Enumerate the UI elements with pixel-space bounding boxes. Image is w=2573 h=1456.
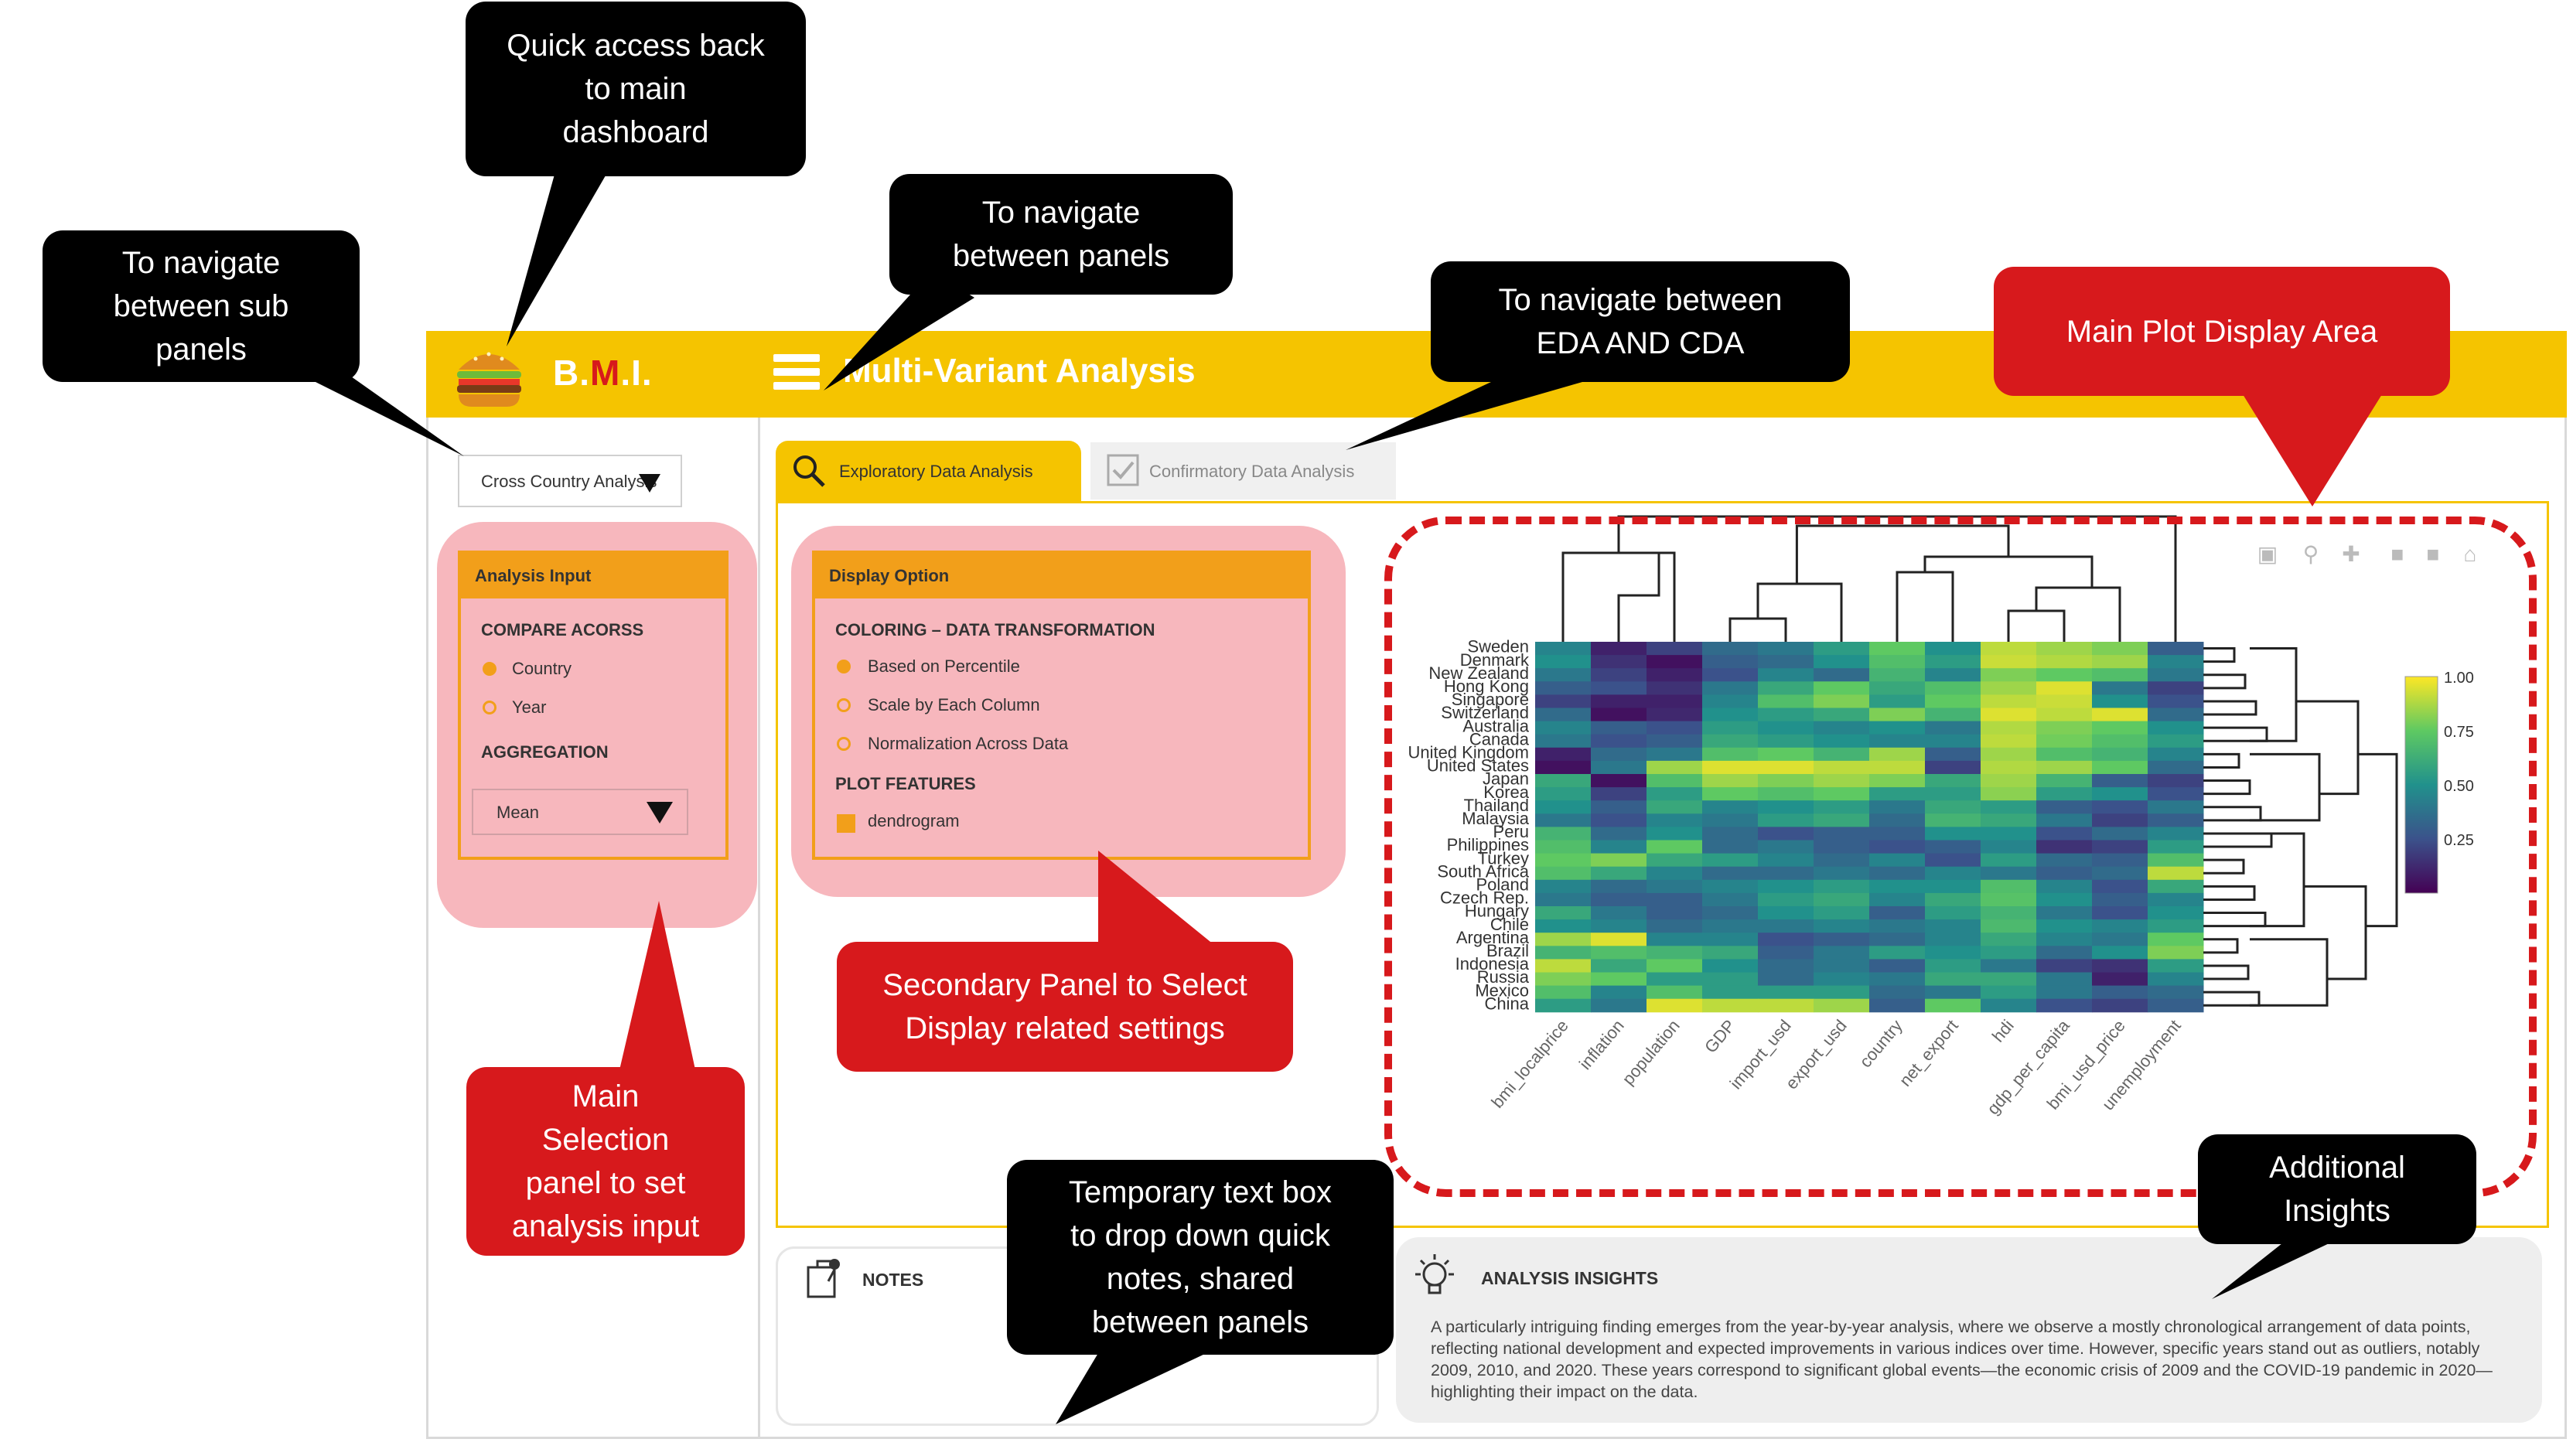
- dendrogram-checkbox-label[interactable]: dendrogram: [868, 811, 960, 831]
- coloring-transformation-label: COLORING – DATA TRANSFORMATION: [835, 620, 1155, 639]
- home-icon[interactable]: ⌂: [2457, 541, 2483, 568]
- burger-logo-icon[interactable]: [452, 340, 526, 410]
- zoom-in-box-icon[interactable]: ■: [2384, 541, 2411, 568]
- radio-based-on-percentile-label[interactable]: Based on Percentile: [868, 656, 1020, 677]
- radio-based-on-percentile[interactable]: [837, 660, 851, 673]
- zoom-icon[interactable]: ⚲: [2298, 541, 2324, 568]
- logo-m: M: [590, 353, 621, 393]
- callout-additional-insights: Additional Insights: [2198, 1134, 2476, 1244]
- display-option-title: Display Option: [815, 554, 1308, 598]
- pan-icon[interactable]: ✚: [2338, 541, 2364, 568]
- tab-eda-label: Exploratory Data Analysis: [839, 462, 1033, 481]
- dropdown-arrow-icon: [647, 802, 673, 823]
- app-logo-text[interactable]: B.M.I.: [553, 352, 653, 394]
- radio-year[interactable]: [483, 701, 497, 714]
- sidebar-divider: [758, 418, 760, 1439]
- plot-toolbar: ▣ ⚲ ✚ ■ ■ ⌂: [2254, 541, 2502, 572]
- radio-scale-by-each-column-label[interactable]: Scale by Each Column: [868, 695, 1040, 715]
- radio-scale-by-each-column[interactable]: [837, 698, 851, 712]
- dendrogram-checkbox[interactable]: [837, 814, 855, 833]
- camera-icon[interactable]: ▣: [2254, 541, 2281, 568]
- callout-quick-access: Quick access back to main dashboard: [466, 2, 806, 176]
- callout-notes-box: Temporary text box to drop down quick no…: [1007, 1160, 1394, 1355]
- callout-eda-cda: To navigate between EDA AND CDA: [1431, 261, 1850, 382]
- radio-country-label[interactable]: Country: [512, 659, 572, 679]
- zoom-out-box-icon[interactable]: ■: [2420, 541, 2446, 568]
- tab-confirmatory-data-analysis[interactable]: Confirmatory Data Analysis: [1090, 442, 1396, 500]
- sub-panel-dropdown-value: Cross Country Analysis: [481, 472, 657, 491]
- hamburger-menu-icon[interactable]: [773, 354, 820, 394]
- notes-pin-icon: [807, 1259, 840, 1298]
- callout-main-plot: Main Plot Display Area: [1994, 267, 2450, 396]
- radio-country[interactable]: [483, 662, 497, 676]
- analysis-input-title: Analysis Input: [461, 554, 725, 598]
- lightbulb-icon: [1415, 1254, 1454, 1294]
- logo-suffix: .I.: [620, 353, 653, 393]
- checkbox-check-icon: [1107, 454, 1139, 486]
- compare-across-label: COMPARE ACORSS: [481, 620, 644, 639]
- logo-prefix: B.: [553, 353, 590, 393]
- main-plot-area-highlight: [1384, 517, 2537, 1197]
- sub-panel-dropdown[interactable]: Cross Country Analysis: [458, 455, 682, 507]
- tab-exploratory-data-analysis[interactable]: Exploratory Data Analysis: [776, 441, 1081, 501]
- callout-panels: To navigate between panels: [889, 174, 1233, 295]
- display-option-panel: Display Option COLORING – DATA TRANSFORM…: [812, 551, 1311, 860]
- plot-features-label: PLOT FEATURES: [835, 774, 976, 793]
- aggregation-label: AGGREGATION: [481, 742, 609, 762]
- callout-main-selection: Main Selection panel to set analysis inp…: [466, 1067, 745, 1256]
- analysis-insights-label: ANALYSIS INSIGHTS: [1481, 1268, 1659, 1288]
- tab-cda-label: Confirmatory Data Analysis: [1149, 462, 1355, 481]
- aggregation-dropdown-value: Mean: [497, 803, 540, 822]
- dropdown-arrow-icon: [639, 474, 660, 493]
- callout-secondary-panel: Secondary Panel to Select Display relate…: [837, 942, 1293, 1072]
- radio-normalization-across-data[interactable]: [837, 737, 851, 751]
- notes-label: NOTES: [862, 1270, 924, 1290]
- radio-year-label[interactable]: Year: [512, 697, 546, 718]
- callout-sub-panels: To navigate between sub panels: [43, 230, 360, 382]
- radio-normalization-across-data-label[interactable]: Normalization Across Data: [868, 734, 1068, 754]
- aggregation-dropdown[interactable]: Mean: [472, 789, 688, 835]
- panel-title: Multi-Variant Analysis: [843, 352, 1196, 390]
- analysis-insights-text: A particularly intriguing finding emerge…: [1431, 1318, 2493, 1401]
- search-icon: [793, 455, 825, 487]
